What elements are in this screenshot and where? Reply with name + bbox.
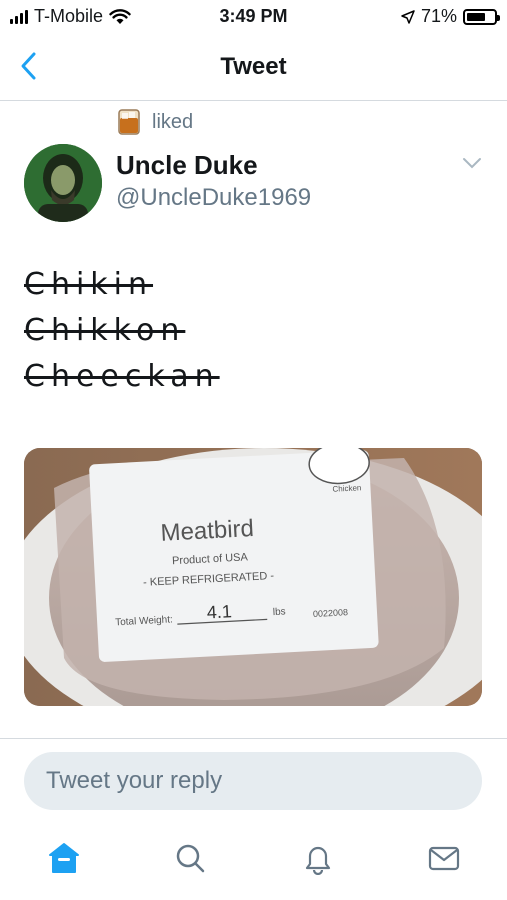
media-weight-unit: lbs <box>273 606 286 618</box>
bottom-tab-bar <box>0 838 507 888</box>
battery-icon <box>463 8 500 25</box>
tweet-author: Uncle Duke @UncleDuke1969 <box>24 144 494 224</box>
whiskey-glass-icon <box>118 109 140 135</box>
tab-search[interactable] <box>170 838 210 878</box>
tweet-line: Chikin <box>24 267 154 302</box>
status-bar: T-Mobile 3:49 PM 71% <box>0 0 507 36</box>
tab-messages[interactable] <box>424 838 464 878</box>
search-icon <box>176 844 205 873</box>
tweet-media-image[interactable]: Chicken Meatbird Product of USA - KEEP R… <box>24 448 482 706</box>
avatar-image <box>24 144 102 222</box>
tab-notifications[interactable] <box>298 838 338 878</box>
reply-input[interactable] <box>24 752 482 810</box>
nav-header: Tweet <box>0 40 507 96</box>
social-context[interactable]: liked <box>116 108 193 136</box>
battery-percent: 71% <box>420 6 457 26</box>
battery-level-fill <box>467 12 486 21</box>
nav-divider <box>0 100 507 101</box>
liked-label: liked <box>152 110 194 133</box>
reply-divider <box>0 738 507 739</box>
messages-envelope-icon <box>428 846 460 871</box>
home-icon <box>49 843 79 873</box>
tab-home[interactable] <box>44 838 84 878</box>
location-arrow-icon <box>401 9 415 24</box>
avatar[interactable] <box>24 144 102 222</box>
status-right-group: 71% <box>401 6 500 27</box>
chevron-down-icon <box>463 158 481 169</box>
tweet-body: Chikin Chikkon Cheeckan <box>24 262 484 400</box>
chicken-package-photo: Chicken Meatbird Product of USA - KEEP R… <box>24 448 482 706</box>
tweet-line: Cheeckan <box>24 359 220 394</box>
page-title: Tweet <box>220 53 287 80</box>
tweet-options-button[interactable] <box>462 156 482 174</box>
author-handle[interactable]: @UncleDuke1969 <box>116 184 311 212</box>
tweet-line: Chikkon <box>24 313 186 348</box>
reply-input-container[interactable] <box>24 752 482 810</box>
media-lot-number: 0022008 <box>313 607 349 619</box>
media-seal-text: Chicken <box>332 483 361 494</box>
media-label-title: Meatbird <box>160 515 255 547</box>
author-display-name[interactable]: Uncle Duke <box>116 150 258 181</box>
media-weight-value: 4.1 <box>206 601 232 622</box>
notifications-bell-icon <box>305 846 331 875</box>
